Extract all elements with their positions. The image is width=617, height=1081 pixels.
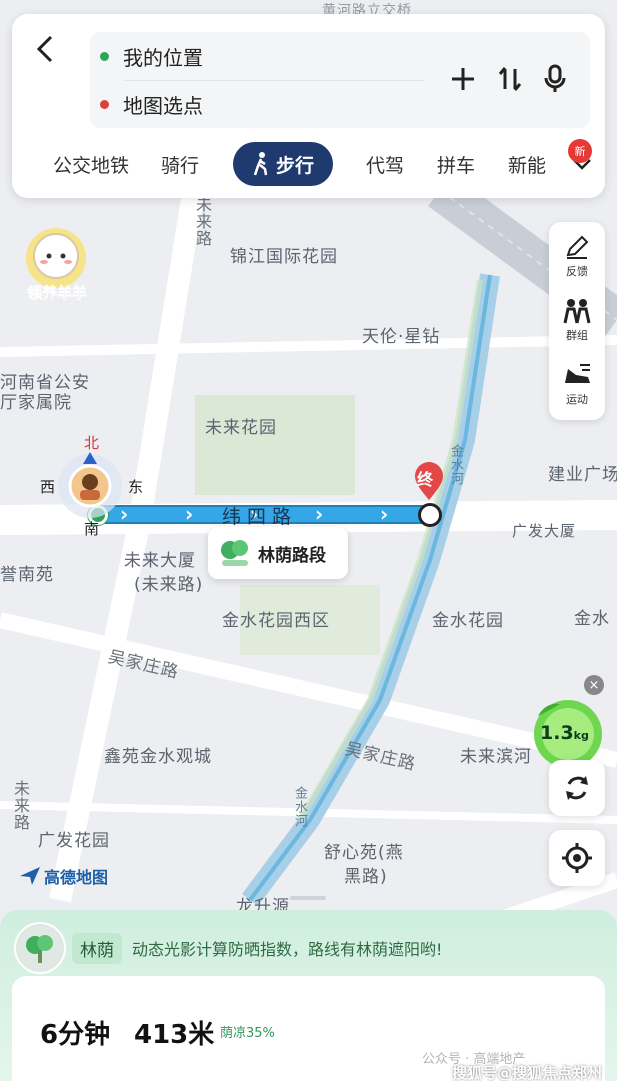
map-label-shuxin-2: 黑路) <box>344 867 388 887</box>
map-label-nanyuan: 誉南苑 <box>0 565 54 585</box>
group-button[interactable]: 群组 <box>549 288 605 352</box>
map-label-guangfa-garden: 广发花园 <box>38 831 110 851</box>
map-label-weilai-bin: 未来滨河 <box>460 747 532 767</box>
map-label-jianye: 建业广场 <box>548 465 617 485</box>
route-direction-chevron-icon: › <box>315 502 324 526</box>
tab-driver[interactable]: 代驾 <box>360 142 410 186</box>
crosshair-icon <box>562 843 592 873</box>
group-icon <box>563 299 591 324</box>
add-waypoint-button[interactable] <box>446 62 480 96</box>
map-label-xinyuan: 鑫苑金水观城 <box>104 747 212 767</box>
sport-button[interactable]: 运动 <box>549 352 605 416</box>
map-label-henan2: 厅家属院 <box>0 393 72 413</box>
tip-avatar <box>14 922 66 974</box>
gaode-logo-text: 高德地图 <box>44 868 109 887</box>
carbon-saving-value: 1.3kg <box>540 722 589 744</box>
swap-arrows-icon <box>498 67 522 91</box>
tab-new-energy[interactable]: 新能 <box>502 142 552 186</box>
microphone-icon <box>544 64 566 92</box>
map-label-weilai-road-paren: (未来路) <box>134 575 204 595</box>
route-street-name: 纬四路 <box>222 506 298 528</box>
refresh-button[interactable] <box>549 760 605 816</box>
tab-carpool[interactable]: 拼车 <box>431 142 481 186</box>
map-tool-column: 反馈 群组 运动 <box>549 222 605 420</box>
running-shoe-icon <box>565 364 590 383</box>
route-end-marker[interactable] <box>418 503 442 527</box>
shade-tip-row: 林荫 动态光影计算防晒指数，路线有林荫遮阳哟! <box>14 922 604 974</box>
sheet-drag-handle[interactable] <box>290 896 326 900</box>
end-location-field[interactable]: 地图选点 <box>100 84 203 124</box>
end-location-text: 地图选点 <box>123 93 203 118</box>
compass-east-label: 东 <box>128 478 144 496</box>
locate-me-button[interactable] <box>549 830 605 886</box>
start-dot-icon <box>100 51 109 61</box>
watermark-text-2: 搜狐号@搜狐焦点郑州站 <box>452 1064 603 1081</box>
route-direction-chevron-icon: › <box>380 502 389 526</box>
start-location-field[interactable]: 我的位置 <box>100 36 203 76</box>
shade-percentage: 荫凉35% <box>220 1026 275 1041</box>
map-label-shuxin: 舒心苑(燕 <box>324 843 404 863</box>
input-divider <box>124 80 424 81</box>
map-label-jinshui-right: 金水 <box>574 609 610 629</box>
tree-icon <box>221 540 248 566</box>
gaode-logo: 高德地图 <box>20 864 108 888</box>
map-label-jinshui-garden: 金水花园 <box>432 611 504 631</box>
tab-cycling[interactable]: 骑行 <box>152 142 208 186</box>
gaode-arrow-icon <box>20 867 40 885</box>
shade-segment-label: 林荫路段 <box>258 545 326 566</box>
group-label: 群组 <box>566 329 588 342</box>
route-distance: 413米 <box>134 1020 215 1050</box>
shade-tag-label: 林荫 <box>72 932 122 964</box>
map-label-guangfa-tower: 广发大厦 <box>512 522 577 540</box>
map-label-jinshui-river: 金水河 <box>448 444 463 486</box>
sport-label: 运动 <box>566 393 588 406</box>
route-direction-chevron-icon: › <box>185 502 194 526</box>
compass-west-label: 西 <box>40 478 56 496</box>
map-label-weilai-garden: 未来花园 <box>205 418 277 438</box>
back-button[interactable] <box>30 32 60 66</box>
end-marker-label: 终 <box>417 470 434 489</box>
tab-transit[interactable]: 公交地铁 <box>46 142 136 186</box>
route-search-card: 我的位置 地图选点 公交地铁 骑行 步行 代驾 拼车 新能 <box>12 14 605 198</box>
feedback-button[interactable]: 反馈 <box>549 224 605 288</box>
route-inputs: 我的位置 地图选点 <box>90 32 590 128</box>
route-summary-card[interactable]: 6分钟 413米 荫凉35% 公众号 · 高端地产 搜狐号@搜狐焦点郑州站 <box>12 976 605 1081</box>
compass[interactable]: 北 西 东 南 <box>40 434 150 538</box>
map-label-tianlun: 天伦·星钻 <box>362 327 441 347</box>
map-label-jinshui-river-2: 金水河 <box>292 786 307 828</box>
tab-walking[interactable]: 步行 <box>233 142 333 186</box>
refresh-icon <box>566 776 588 800</box>
map-label-weilai-road-v2: 未来路 <box>11 780 30 831</box>
route-bottom-sheet[interactable]: 林荫 动态光影计算防晒指数，路线有林荫遮阳哟! 6分钟 413米 荫凉35% 公… <box>0 910 617 1081</box>
tree-icon <box>26 935 53 963</box>
back-arrow-icon <box>36 35 53 63</box>
carbon-saving-number: 1.3 <box>540 722 574 744</box>
end-dot-icon <box>100 99 109 109</box>
mascot-label[interactable]: 领养羊羊 <box>16 282 98 303</box>
travel-mode-tabs: 公交地铁 骑行 步行 代驾 拼车 新能 <box>30 142 600 186</box>
map-label-weilai-road-v: 未来路 <box>193 196 212 247</box>
shade-tip-text: 动态光影计算防晒指数，路线有林荫遮阳哟! <box>132 940 443 959</box>
map-label-jinjiang: 锦江国际花园 <box>230 247 338 267</box>
new-badge: 新 <box>568 139 592 163</box>
shade-segment-tag[interactable]: 林荫路段 <box>208 527 348 579</box>
route-duration: 6分钟 <box>40 1020 111 1050</box>
map-label-jinshui-west: 金水花园西区 <box>222 611 330 631</box>
plus-icon <box>452 68 474 90</box>
swap-locations-button[interactable] <box>493 62 527 96</box>
walking-person-icon <box>253 152 268 176</box>
pencil-icon <box>566 235 589 259</box>
compass-north-label: 北 <box>84 434 100 452</box>
carbon-bubble-close-button[interactable]: × <box>584 675 604 695</box>
voice-input-button[interactable] <box>538 62 572 96</box>
carbon-saving-unit: kg <box>573 729 589 742</box>
compass-south-label: 南 <box>84 520 100 538</box>
tab-walking-label: 步行 <box>275 154 314 177</box>
feedback-label: 反馈 <box>566 265 588 278</box>
map-label-weilai-tower: 未来大厦 <box>124 551 196 571</box>
start-location-text: 我的位置 <box>123 45 203 70</box>
